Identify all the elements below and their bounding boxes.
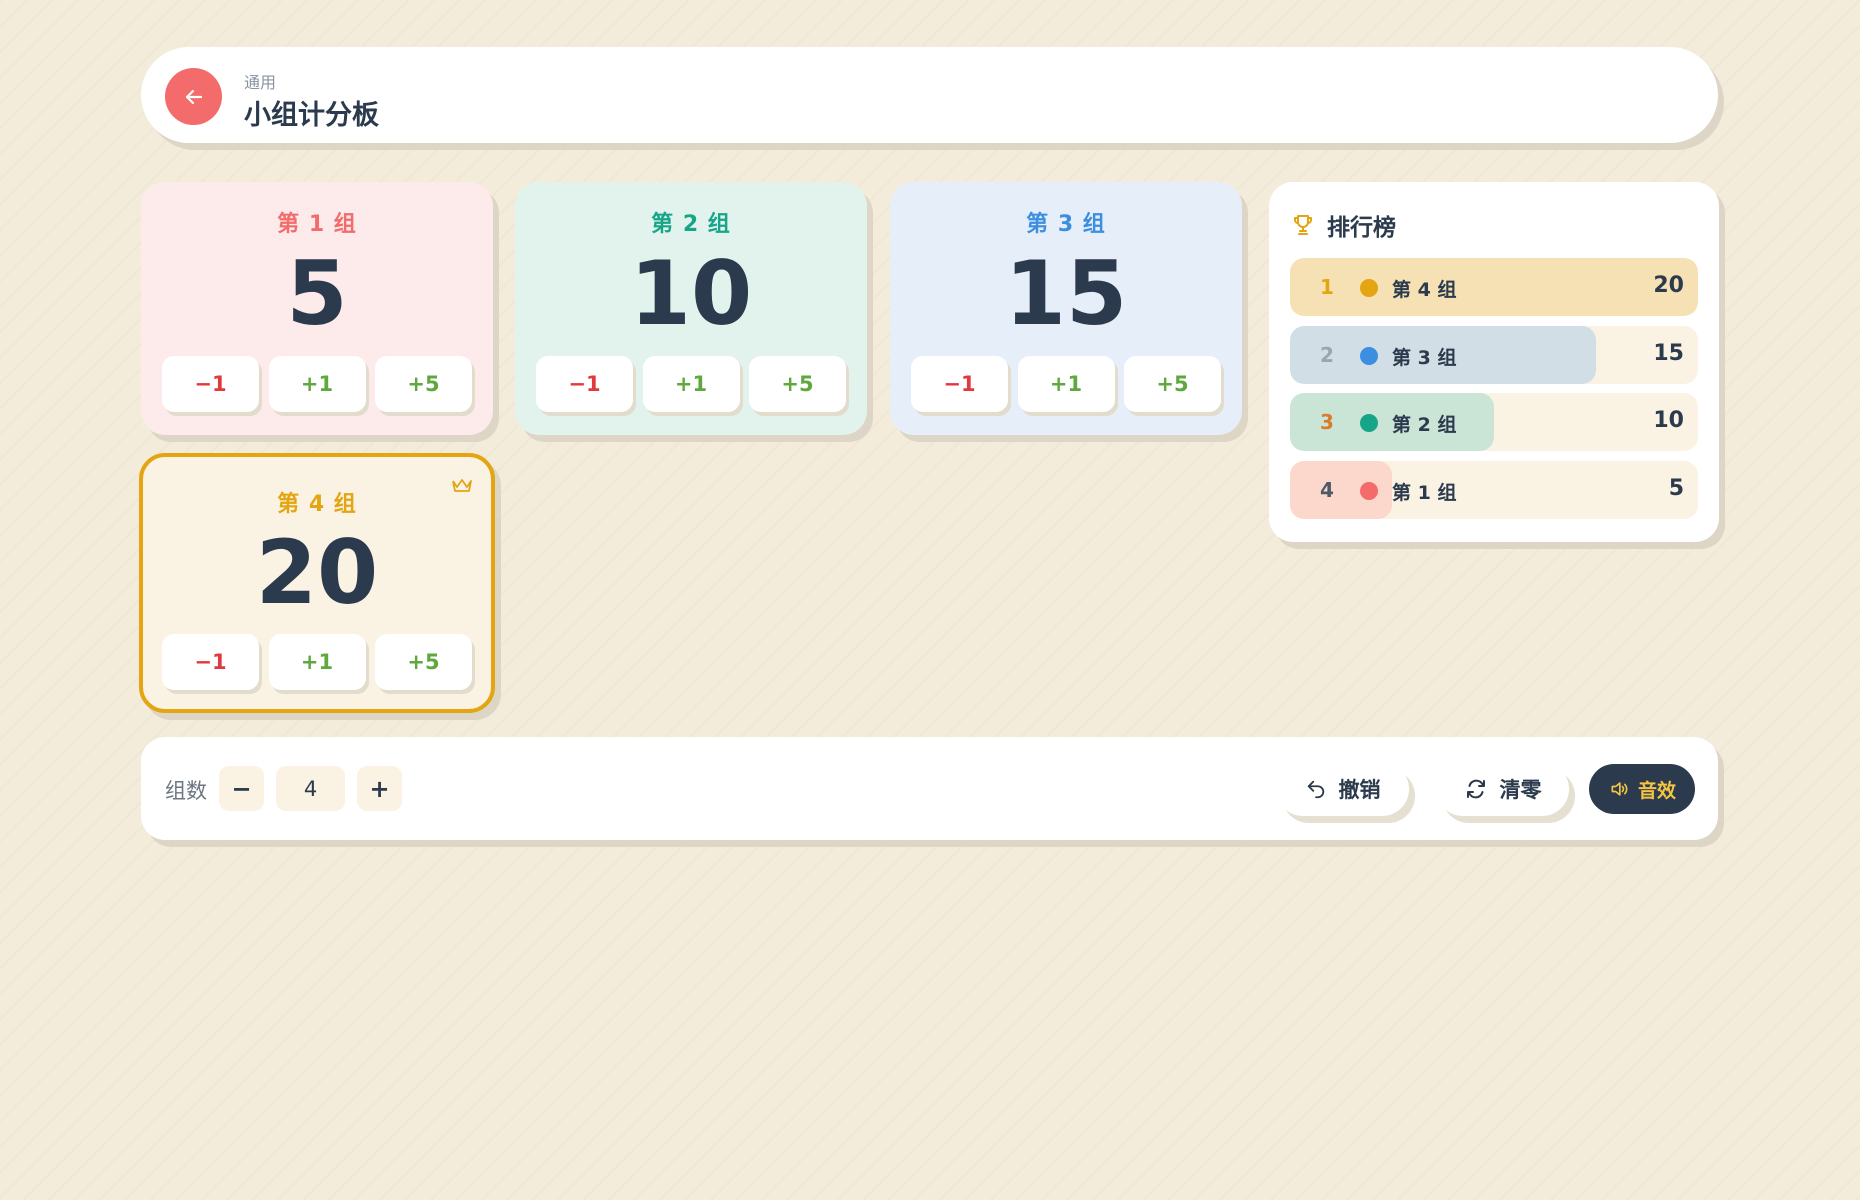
plus-five-button[interactable]: +5 [1124, 356, 1221, 412]
trophy-icon [1294, 215, 1312, 235]
arrow-left-icon [185, 89, 202, 104]
team-name: 第 1 组 [277, 212, 357, 237]
page-title: 小组计分板 [244, 100, 379, 131]
undo-button[interactable]: 撤销 [1276, 762, 1409, 816]
sound-toggle-button[interactable]: 音效 [1589, 764, 1695, 814]
team-color-dot [1360, 414, 1378, 432]
minus-one-button[interactable]: −1 [162, 356, 259, 412]
group-count-decrease-button[interactable]: − [219, 766, 264, 811]
rank-team-name: 第 1 组 [1392, 482, 1457, 504]
rank-number: 4 [1320, 478, 1334, 502]
refresh-icon [1466, 779, 1485, 799]
undo-label: 撤销 [1338, 778, 1381, 802]
plus-five-button[interactable]: +5 [749, 356, 846, 412]
plus-one-button[interactable]: +1 [1017, 356, 1115, 412]
rank-score: 20 [1653, 273, 1684, 298]
rank-team-name: 第 3 组 [1392, 347, 1457, 369]
team-score: 20 [255, 521, 379, 624]
leaderboard-panel: 排行榜 1 第 4 组 20 2 第 3 组 15 3 第 2 组 10 4 第… [1269, 182, 1719, 542]
team-score: 15 [1004, 242, 1128, 345]
bottom-toolbar: 组数 − 4 + 撤销 清零 音效 [141, 737, 1718, 840]
minus-one-button[interactable]: −1 [911, 356, 1008, 412]
plus-five-button[interactable]: +5 [375, 356, 472, 412]
plus-one-button[interactable]: +1 [268, 356, 366, 412]
rank-number: 2 [1320, 343, 1334, 367]
rank-bar [1290, 258, 1698, 316]
sound-label: 音效 [1637, 779, 1676, 802]
rank-number: 3 [1320, 410, 1334, 434]
rank-score: 10 [1653, 408, 1684, 433]
minus-one-button[interactable]: −1 [162, 634, 259, 690]
minus-one-button[interactable]: −1 [536, 356, 633, 412]
team-score: 10 [629, 242, 753, 345]
rank-score: 5 [1668, 476, 1684, 501]
team-color-dot [1360, 347, 1378, 365]
team-color-dot [1360, 279, 1378, 297]
group-count-label: 组数 [165, 779, 207, 803]
rank-number: 1 [1320, 275, 1334, 299]
team-color-dot [1360, 482, 1378, 500]
team-card-2: 第 2 组 10 −1 +1 +5 [515, 182, 867, 435]
rank-score: 15 [1653, 341, 1684, 366]
leaderboard-row: 3 第 2 组 10 [1290, 393, 1698, 451]
plus-one-button[interactable]: +1 [642, 356, 740, 412]
reset-button[interactable]: 清零 [1436, 762, 1569, 816]
leaderboard-row: 1 第 4 组 20 [1290, 258, 1698, 316]
team-name: 第 4 组 [277, 492, 357, 517]
team-name: 第 2 组 [651, 212, 731, 237]
header-category: 通用 [244, 73, 277, 92]
team-card-4: 第 4 组 20 −1 +1 +5 [139, 453, 495, 713]
team-score: 5 [286, 242, 348, 345]
leaderboard-row: 4 第 1 组 5 [1290, 461, 1698, 519]
plus-five-button[interactable]: +5 [375, 634, 472, 690]
leaderboard-row: 2 第 3 组 15 [1290, 326, 1698, 384]
speaker-icon [1611, 782, 1628, 796]
group-count-increase-button[interactable]: + [357, 766, 402, 811]
group-count-value: 4 [276, 766, 345, 811]
header-bar: 通用 小组计分板 [141, 47, 1718, 143]
rank-team-name: 第 2 组 [1392, 414, 1457, 436]
reset-label: 清零 [1499, 778, 1542, 802]
plus-one-button[interactable]: +1 [268, 634, 366, 690]
team-card-3: 第 3 组 15 −1 +1 +5 [890, 182, 1242, 435]
leaderboard-title: 排行榜 [1327, 215, 1396, 241]
rank-team-name: 第 4 组 [1392, 279, 1457, 301]
team-name: 第 3 组 [1026, 212, 1106, 237]
team-card-1: 第 1 组 5 −1 +1 +5 [141, 182, 493, 435]
undo-icon [1307, 780, 1324, 799]
back-button[interactable] [165, 68, 222, 125]
